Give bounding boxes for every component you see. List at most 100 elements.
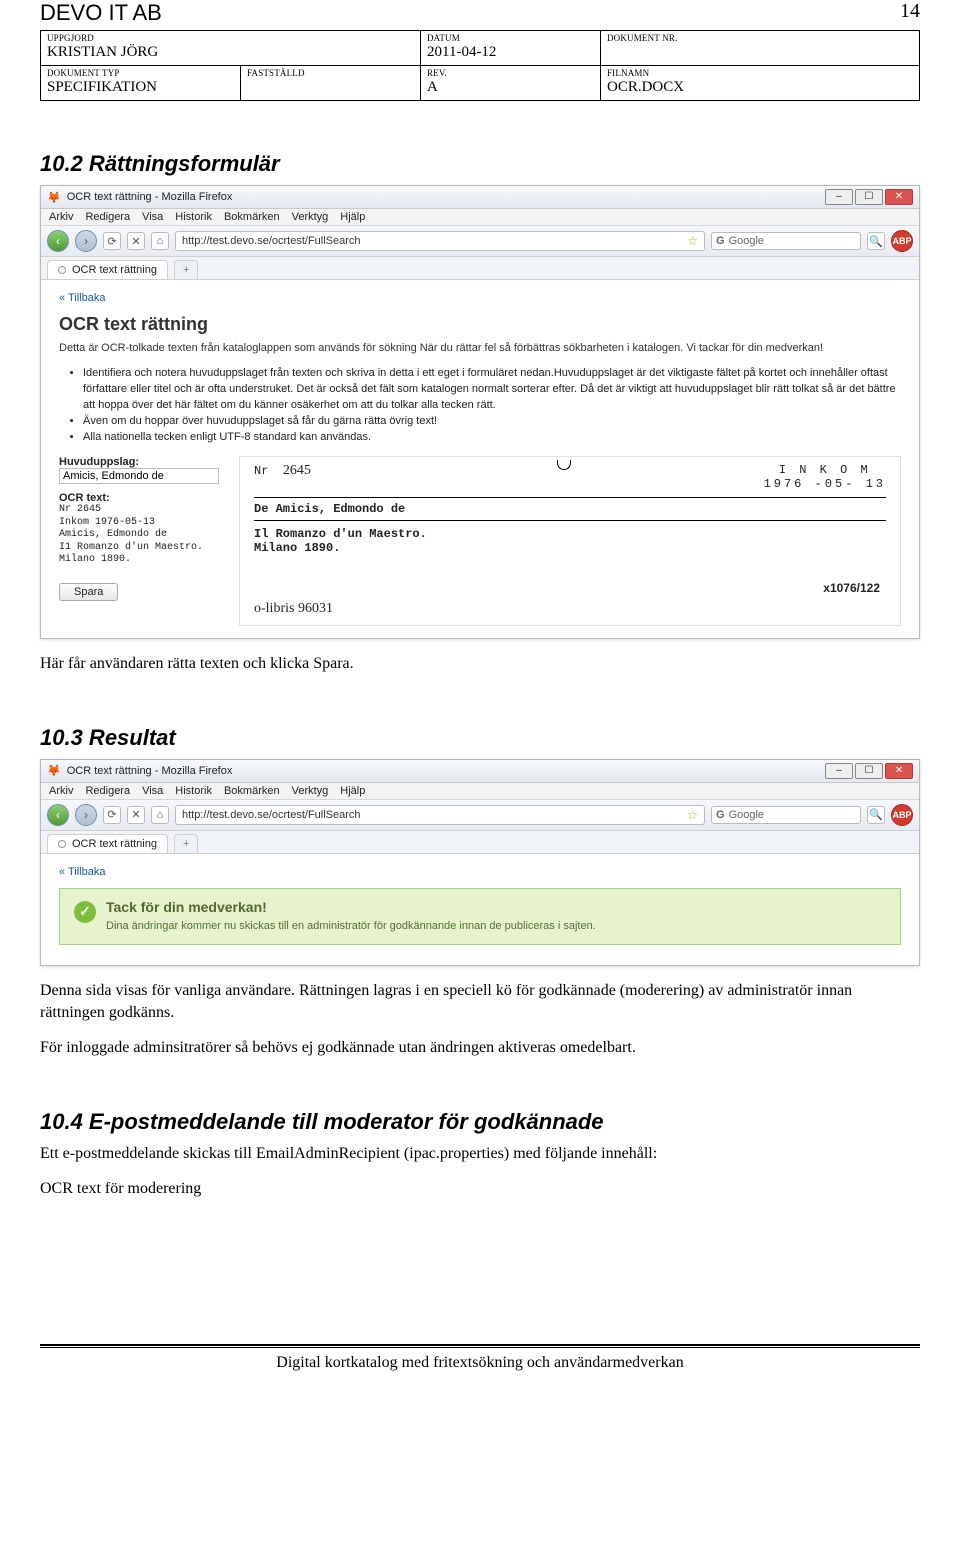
- bookmark-star-icon[interactable]: ☆: [687, 808, 698, 822]
- back-button[interactable]: ‹: [47, 804, 69, 826]
- stop-button[interactable]: ✕: [127, 806, 145, 824]
- adblock-icon[interactable]: ABP: [891, 804, 913, 826]
- menu-bar[interactable]: Arkiv Redigera Visa Historik Bokmärken V…: [41, 783, 919, 800]
- footer-text: Digital kortkatalog med fritextsökning o…: [0, 1348, 960, 1386]
- search-lens-icon[interactable]: 🔍: [867, 232, 885, 250]
- doctype-label: DOKUMENT TYP: [47, 68, 234, 78]
- author-label: UPPGJORD: [47, 33, 414, 43]
- company-name: DEVO IT AB: [40, 0, 920, 28]
- menu-bokmarken[interactable]: Bokmärken: [224, 211, 280, 223]
- firefox-icon: 🦊: [47, 191, 61, 204]
- menu-historik[interactable]: Historik: [175, 785, 212, 797]
- menu-arkiv[interactable]: Arkiv: [49, 211, 73, 223]
- stop-button[interactable]: ✕: [127, 232, 145, 250]
- text-10-4-body: Ett e-postmeddelande skickas till EmailA…: [40, 1143, 920, 1165]
- menu-hjalp[interactable]: Hjälp: [340, 785, 365, 797]
- google-icon: G: [716, 235, 725, 247]
- menu-arkiv[interactable]: Arkiv: [49, 785, 73, 797]
- close-button[interactable]: ✕: [885, 763, 913, 779]
- tab-label: OCR text rättning: [72, 264, 157, 276]
- card-nr-label: Nr: [254, 464, 268, 478]
- heading-10-3: 10.3 Resultat: [40, 725, 920, 751]
- footer-rule: [40, 1344, 920, 1346]
- rev-label: REV.: [427, 68, 594, 78]
- maximize-button[interactable]: ☐: [855, 763, 883, 779]
- menu-redigera[interactable]: Redigera: [85, 785, 130, 797]
- new-tab-button[interactable]: +: [174, 260, 198, 279]
- huvuduppslag-input[interactable]: [59, 468, 219, 484]
- filename-value: OCR.DOCX: [607, 79, 913, 96]
- back-link[interactable]: « Tillbaka: [59, 292, 105, 304]
- list-item: Identifiera och notera huvuduppslaget fr…: [83, 366, 901, 414]
- list-item: Alla nationella tecken enligt UTF-8 stan…: [83, 430, 901, 446]
- google-icon: G: [716, 809, 725, 821]
- card-handwriting: o-libris 96031: [254, 601, 333, 617]
- faststalld-value: [247, 79, 414, 96]
- minimize-button[interactable]: –: [825, 189, 853, 205]
- menu-verktyg[interactable]: Verktyg: [292, 785, 329, 797]
- search-lens-icon[interactable]: 🔍: [867, 806, 885, 824]
- window-title: OCR text rättning - Mozilla Firefox: [67, 765, 819, 777]
- minimize-button[interactable]: –: [825, 763, 853, 779]
- catalog-card-image: Nr 2645 I N K O M 1976 -05- 13 De Amicis…: [239, 456, 901, 626]
- save-button[interactable]: Spara: [59, 583, 118, 601]
- reload-button[interactable]: ⟳: [103, 806, 121, 824]
- doctype-value: SPECIFIKATION: [47, 79, 234, 96]
- menu-visa[interactable]: Visa: [142, 785, 163, 797]
- ocr-text-value: Nr 2645 Inkom 1976-05-13 Amicis, Edmondo…: [59, 504, 229, 567]
- bookmark-star-icon[interactable]: ☆: [687, 234, 698, 248]
- home-button[interactable]: ⌂: [151, 806, 169, 824]
- forward-button[interactable]: ›: [75, 804, 97, 826]
- heading-10-4: 10.4 E-postmeddelande till moderator för…: [40, 1109, 920, 1135]
- address-bar[interactable]: http://test.devo.se/ocrtest/FullSearch ☆: [175, 231, 705, 251]
- document-meta-box: UPPGJORD KRISTIAN JÖRG DATUM 2011-04-12 …: [40, 30, 920, 101]
- search-placeholder: Google: [729, 235, 764, 247]
- menu-visa[interactable]: Visa: [142, 211, 163, 223]
- docnum-value: [607, 44, 913, 61]
- url-text: http://test.devo.se/ocrtest/FullSearch: [182, 809, 361, 821]
- search-box[interactable]: G Google: [711, 806, 861, 824]
- window-title: OCR text rättning - Mozilla Firefox: [67, 191, 819, 203]
- menu-historik[interactable]: Historik: [175, 211, 212, 223]
- browser-tab[interactable]: OCR text rättning: [47, 834, 168, 853]
- faststalld-label: FASTSTÄLLD: [247, 68, 414, 78]
- card-author: De Amicis, Edmondo de: [254, 502, 405, 516]
- close-button[interactable]: ✕: [885, 189, 913, 205]
- menu-hjalp[interactable]: Hjälp: [340, 211, 365, 223]
- ocr-text-label: OCR text:: [59, 492, 229, 504]
- forward-button[interactable]: ›: [75, 230, 97, 252]
- text-10-3-body1: Denna sida visas för vanliga användare. …: [40, 980, 920, 1023]
- page-heading: OCR text rättning: [59, 314, 901, 335]
- search-box[interactable]: G Google: [711, 232, 861, 250]
- page-number: 14: [900, 0, 920, 23]
- checkmark-icon: ✓: [74, 901, 96, 923]
- menu-bar[interactable]: Arkiv Redigera Visa Historik Bokmärken V…: [41, 209, 919, 226]
- text-10-4-sub: OCR text för moderering: [40, 1178, 920, 1200]
- success-heading: Tack för din medverkan!: [106, 899, 596, 915]
- docnum-label: DOKUMENT NR.: [607, 33, 913, 43]
- reload-button[interactable]: ⟳: [103, 232, 121, 250]
- card-inkom-label: I N K O M: [764, 463, 886, 477]
- menu-verktyg[interactable]: Verktyg: [292, 211, 329, 223]
- intro-text: Detta är OCR-tolkade texten från katalog…: [59, 341, 901, 356]
- card-nr-value: 2645: [283, 463, 311, 478]
- url-text: http://test.devo.se/ocrtest/FullSearch: [182, 235, 361, 247]
- back-link[interactable]: « Tillbaka: [59, 866, 105, 878]
- new-tab-button[interactable]: +: [174, 834, 198, 853]
- browser-tab[interactable]: OCR text rättning: [47, 260, 168, 279]
- menu-bokmarken[interactable]: Bokmärken: [224, 785, 280, 797]
- maximize-button[interactable]: ☐: [855, 189, 883, 205]
- heading-10-2: 10.2 Rättningsformulär: [40, 151, 920, 177]
- huvuduppslag-label: Huvuduppslag:: [59, 456, 229, 468]
- success-body: Dina ändringar kommer nu skickas till en…: [106, 919, 596, 934]
- card-inkom-date: 1976 -05- 13: [764, 477, 886, 491]
- card-place: Milano 1890.: [254, 541, 340, 555]
- adblock-icon[interactable]: ABP: [891, 230, 913, 252]
- instruction-list: Identifiera och notera huvuduppslaget fr…: [83, 366, 901, 446]
- filename-label: FILNAMN: [607, 68, 913, 78]
- list-item: Även om du hoppar över huvuduppslaget så…: [83, 414, 901, 430]
- address-bar[interactable]: http://test.devo.se/ocrtest/FullSearch ☆: [175, 805, 705, 825]
- menu-redigera[interactable]: Redigera: [85, 211, 130, 223]
- back-button[interactable]: ‹: [47, 230, 69, 252]
- home-button[interactable]: ⌂: [151, 232, 169, 250]
